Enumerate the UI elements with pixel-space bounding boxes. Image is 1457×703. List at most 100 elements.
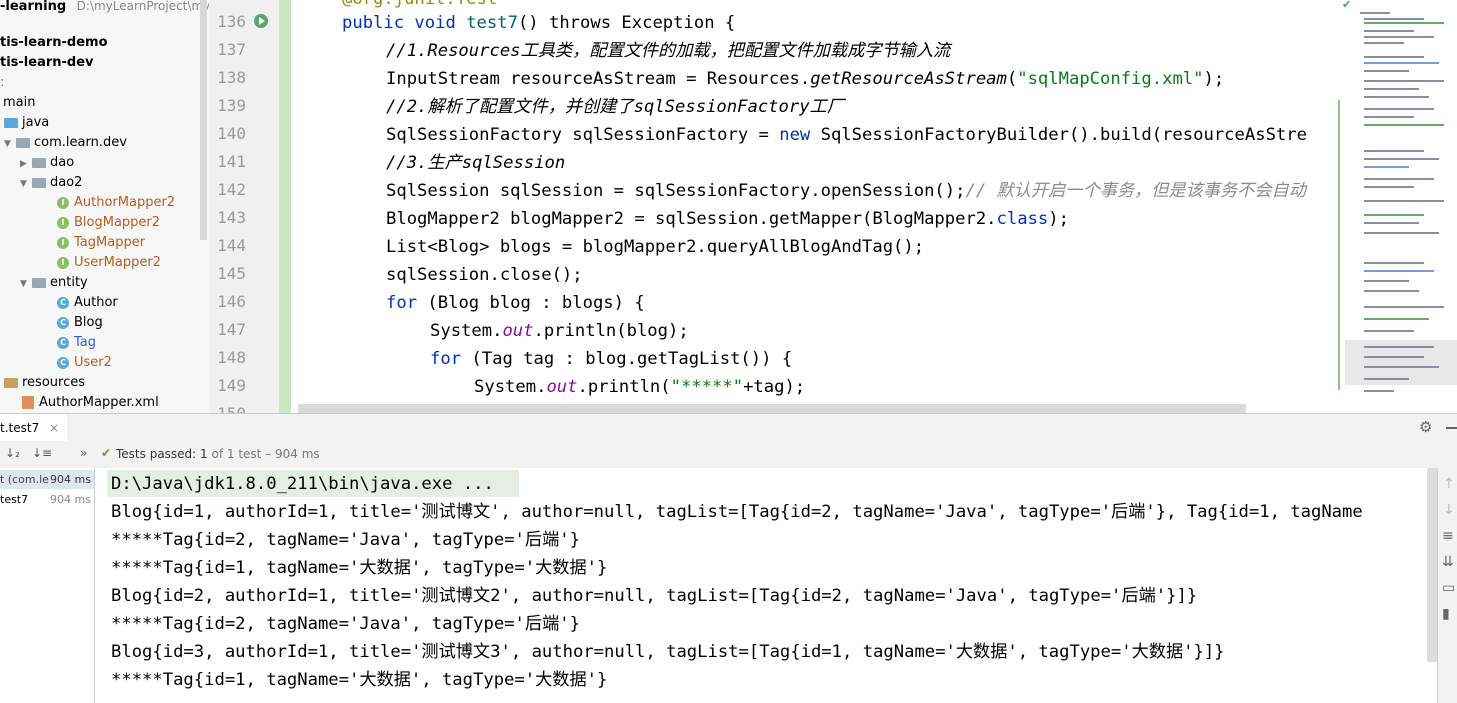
sort-alphabetically-icon[interactable]: ↓≡: [32, 446, 52, 460]
code-line-145: sqlSession.close();: [386, 265, 583, 285]
tree-item-user-mapper2[interactable]: I UserMapper2: [57, 253, 161, 273]
tree-item-label: dao: [50, 155, 75, 170]
console-line: *****Tag{id=2, tagName='Java', tagType='…: [111, 614, 580, 634]
inspection-ok-icon[interactable]: ✔: [1342, 0, 1358, 10]
tree-item-author-mapper-xml[interactable]: AuthorMapper.xml: [22, 393, 159, 413]
code-line-147: System.out.println(blog);: [430, 321, 689, 341]
line-number: 142: [217, 180, 246, 199]
code-minimap[interactable]: ✔: [1340, 0, 1457, 413]
tree-item-dao2[interactable]: ▼ dao2: [20, 173, 82, 193]
chevron-down-icon[interactable]: ▼: [20, 174, 32, 194]
tree-item-label: User2: [74, 355, 112, 370]
tree-item-blog[interactable]: C Blog: [57, 313, 103, 333]
project-name: -learning: [0, 0, 67, 14]
chevron-right-icon[interactable]: ▶: [20, 154, 32, 174]
line-number: 139: [217, 96, 246, 115]
down-arrow-icon[interactable]: ↓: [1443, 502, 1455, 518]
console-line: Blog{id=3, authorId=1, title='测试博文3', au…: [111, 642, 1225, 662]
tree-item-main[interactable]: main: [3, 93, 35, 113]
line-number: 145: [217, 264, 246, 283]
console-line: *****Tag{id=1, tagName='大数据', tagType='大…: [111, 670, 608, 690]
tree-item-tag-mapper[interactable]: I TagMapper: [57, 233, 145, 253]
package-icon: [16, 137, 30, 148]
tree-item-blog-mapper2[interactable]: I BlogMapper2: [57, 213, 160, 233]
check-icon: ✔: [101, 446, 112, 460]
tree-item-label: Author: [74, 295, 118, 310]
console-line: Blog{id=1, authorId=1, title='测试博文', aut…: [111, 502, 1363, 522]
line-number: 138: [217, 68, 246, 87]
trash-icon[interactable]: ▮: [1442, 606, 1450, 622]
code-line-149: System.out.println("*****"+tag);: [474, 377, 806, 397]
test-suite-duration: 904 ms: [50, 473, 91, 486]
expand-icon[interactable]: »: [80, 446, 87, 460]
code-line-146: for (Blog blog : blogs) {: [386, 293, 645, 313]
code-line-139: //2.解析了配置文件，并创建了sqlSessionFactory工厂: [386, 97, 844, 117]
tree-item-author-mapper2[interactable]: I AuthorMapper2: [57, 193, 175, 213]
line-number: 141: [217, 152, 246, 171]
status-suffix: of 1 test – 904 ms: [207, 447, 320, 461]
gear-icon[interactable]: ⚙: [1419, 418, 1432, 436]
tree-item-label: dao2: [50, 175, 83, 190]
tree-item-dao[interactable]: ▶ dao: [20, 153, 74, 173]
tree-item-label: UserMapper2: [74, 255, 161, 270]
run-test-icon[interactable]: [253, 13, 271, 31]
close-icon[interactable]: ×: [49, 421, 59, 435]
sort-by-duration-icon[interactable]: ↓₂: [5, 446, 20, 460]
tree-item-author[interactable]: C Author: [57, 293, 118, 313]
test-suite-row[interactable]: t (com.le 904 ms: [0, 470, 94, 489]
up-arrow-icon[interactable]: ↑: [1443, 476, 1455, 492]
tree-item-label: AuthorMapper2: [74, 195, 176, 210]
tab-label: t.test7: [0, 421, 40, 435]
line-number: 147: [217, 320, 246, 339]
interface-icon: I: [57, 216, 69, 229]
line-number: 144: [217, 236, 246, 255]
print-icon[interactable]: ▭: [1442, 580, 1455, 596]
tree-item-entity[interactable]: ▼ entity: [20, 273, 88, 293]
line-number: 149: [217, 376, 246, 395]
code-line-138: InputStream resourceAsStream = Resources…: [386, 69, 1225, 89]
interface-icon: I: [57, 236, 69, 249]
minimap-lines: [1360, 12, 1444, 392]
tree-item-java[interactable]: java: [4, 113, 49, 133]
line-number: 140: [217, 124, 246, 143]
code-line-143: BlogMapper2 blogMapper2 = sqlSession.get…: [386, 209, 1069, 229]
test-case-duration: 904 ms: [50, 493, 91, 506]
tree-item-module-dev[interactable]: tis-learn-dev: [0, 53, 94, 73]
console-output[interactable]: D:\Java\jdk1.8.0_211\bin\java.exe ... Bl…: [95, 468, 1427, 703]
package-icon: [32, 277, 46, 288]
class-icon: C: [57, 356, 69, 369]
folder-icon: [4, 117, 18, 128]
svg-text:✔: ✔: [1342, 0, 1351, 10]
test-results-tree: t (com.le 904 ms test7 904 ms: [0, 468, 95, 703]
line-number: 136: [217, 12, 246, 31]
tree-item-module-demo[interactable]: tis-learn-demo: [0, 33, 108, 53]
soft-wrap-icon[interactable]: ≡: [1442, 528, 1454, 544]
tree-item-label: resources: [22, 375, 86, 390]
editor-horizontal-scrollbar[interactable]: [298, 404, 1246, 413]
class-icon: C: [57, 316, 69, 329]
package-icon: [32, 177, 46, 188]
tree-item-tag[interactable]: C Tag: [57, 333, 96, 353]
chevron-down-icon[interactable]: ▼: [20, 274, 32, 294]
vcs-change-marker: [279, 0, 291, 413]
console-scrollbar[interactable]: [1427, 468, 1437, 662]
chevron-down-icon[interactable]: ▼: [4, 134, 16, 154]
project-path: D:\myLearnProject\mybati: [76, 0, 209, 13]
project-root[interactable]: -learning D:\myLearnProject\mybati: [0, 0, 209, 16]
tree-item-src-collapsed[interactable]: :: [0, 73, 4, 93]
tab-test7[interactable]: t.test7 ×: [0, 414, 68, 444]
tree-item-label: TagMapper: [74, 235, 146, 250]
class-icon: C: [57, 296, 69, 309]
code-line-140: SqlSessionFactory sqlSessionFactory = ne…: [386, 125, 1307, 145]
code-editor[interactable]: @org.junit.Test public void test7() thro…: [291, 0, 1340, 413]
scroll-to-end-icon[interactable]: ⇊: [1442, 554, 1454, 570]
minimize-icon[interactable]: [1446, 427, 1457, 429]
tree-item-resources[interactable]: resources: [4, 373, 85, 393]
project-tree: -learning D:\myLearnProject\mybati tis-l…: [0, 0, 209, 413]
tree-item-com-learn-dev[interactable]: ▼ com.learn.dev: [4, 133, 127, 153]
tree-item-label: main: [3, 95, 36, 110]
resources-folder-icon: [4, 377, 18, 388]
tree-scrollbar[interactable]: [200, 0, 207, 240]
test-case-row[interactable]: test7 904 ms: [0, 490, 94, 509]
tree-item-user2[interactable]: C User2: [57, 353, 112, 373]
